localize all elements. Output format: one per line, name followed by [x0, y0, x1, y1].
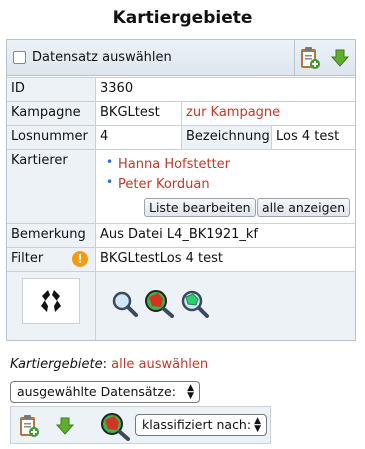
copy-record-button[interactable] — [295, 40, 325, 76]
field-row-kartierer: Kartierer Hanna Hofstetter Peter Korduan… — [7, 149, 355, 223]
section-separator: : — [102, 357, 108, 372]
kartierer-label: Kartierer — [7, 150, 96, 223]
record-tools — [294, 39, 355, 76]
field-row-id: ID 3360 — [7, 77, 355, 101]
record-panel: Datensatz auswählen ID 3360 Kampagne BKG… — [6, 39, 356, 341]
section-heading: Kartiergebiete: alle auswählen — [10, 357, 208, 372]
classify-select[interactable]: klassifiziert nach: ▲ ▼ — [135, 414, 267, 436]
kartierer-item[interactable]: Peter Korduan — [104, 173, 230, 196]
magnifier-red-map-icon[interactable] — [99, 411, 131, 441]
select-record-checkbox[interactable] — [13, 51, 26, 64]
record-header: Datensatz auswählen — [7, 39, 355, 76]
magnifier-green-map-icon[interactable] — [179, 288, 211, 318]
geometry-preview-icon — [41, 290, 61, 312]
losnummer-value: 4 — [100, 129, 109, 144]
geometry-preview[interactable] — [22, 278, 80, 324]
zoom-tools — [96, 272, 355, 340]
filter-value: BKGLtestLos 4 test — [100, 251, 223, 266]
field-row-bemerkung: Bemerkung Aus Datei L4_BK1921_kf — [7, 223, 355, 247]
bezeichnung-label: Bezeichnung — [181, 126, 271, 149]
field-row-kampagne: Kampagne BKGLtest zur Kampagne — [7, 101, 355, 125]
section-label: Kartiergebiete — [10, 357, 103, 372]
field-row-filter: Filter ! BKGLtestLos 4 test — [7, 247, 355, 271]
field-row-losnummer: Losnummer 4 Bezeichnung Los 4 test — [7, 125, 355, 149]
id-label: ID — [7, 78, 96, 101]
kartierer-item[interactable]: Hanna Hofstetter — [104, 153, 230, 176]
dataset-action-select[interactable]: ausgewählte Datensätze: ▲ ▼ — [10, 381, 200, 403]
download-arrow-icon[interactable] — [55, 416, 75, 436]
select-arrows-icon: ▲ ▼ — [254, 416, 261, 434]
bemerkung-label: Bemerkung — [7, 224, 96, 247]
alle-anzeigen-button[interactable]: alle anzeigen — [257, 198, 351, 217]
classify-value: klassifiziert nach: — [142, 417, 252, 432]
select-all-link[interactable]: alle auswählen — [111, 357, 208, 372]
download-record-button[interactable] — [325, 40, 355, 76]
magnifier-icon[interactable] — [111, 290, 139, 318]
kampagne-value: BKGLtest — [100, 105, 160, 120]
bemerkung-value: Aus Datei L4_BK1921_kf — [100, 227, 258, 242]
clipboard-plus-icon[interactable] — [18, 414, 40, 438]
magnifier-red-map-icon[interactable] — [143, 288, 175, 318]
bulk-toolbar: klassifiziert nach: ▲ ▼ — [10, 406, 271, 444]
field-row-tools — [7, 271, 355, 340]
liste-bearbeiten-button[interactable]: Liste bearbeiten — [144, 198, 256, 217]
clipboard-plus-icon — [301, 46, 320, 69]
download-arrow-icon — [330, 49, 350, 67]
page-title: Kartiergebiete — [112, 8, 253, 28]
dataset-action-value: ausgewählte Datensätze: — [17, 384, 176, 399]
select-arrows-icon: ▲ ▼ — [187, 383, 194, 401]
geometry-preview-cell — [7, 272, 96, 340]
id-value: 3360 — [100, 81, 134, 96]
bezeichnung-value: Los 4 test — [271, 126, 343, 149]
warning-icon[interactable]: ! — [72, 251, 88, 267]
select-record-label: Datensatz auswählen — [32, 50, 172, 65]
kampagne-label: Kampagne — [7, 102, 96, 125]
zur-kampagne-link[interactable]: zur Kampagne — [181, 102, 355, 125]
kartierer-list: Hanna Hofstetter Peter Korduan — [104, 153, 230, 196]
losnummer-label: Losnummer — [7, 126, 96, 149]
